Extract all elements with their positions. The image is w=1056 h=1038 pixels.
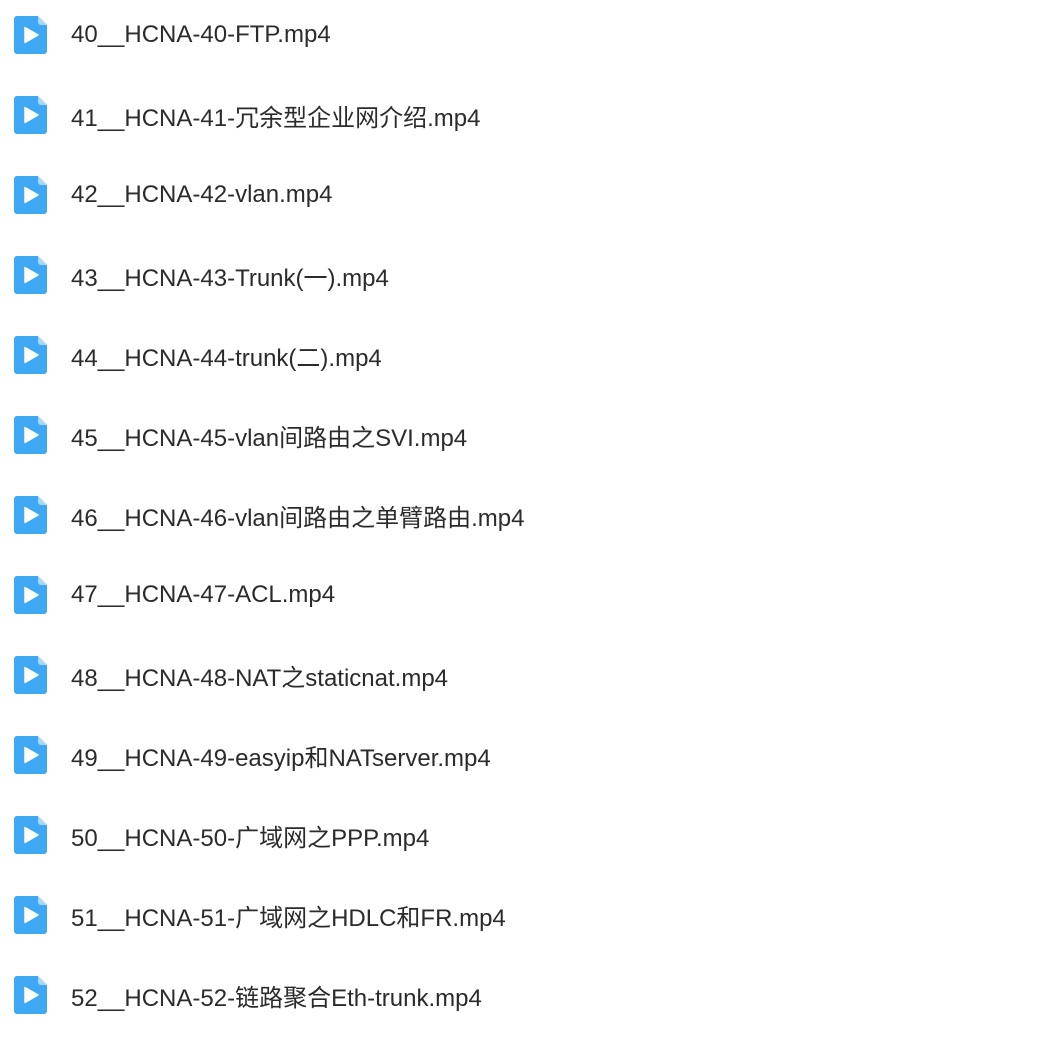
file-row[interactable]: 45__HCNA-45-vlan间路由之SVI.mp4 [0, 395, 1056, 475]
file-row[interactable]: 43__HCNA-43-Trunk(一).mp4 [0, 235, 1056, 315]
file-row[interactable]: 40__HCNA-40-FTP.mp4 [0, 0, 1056, 75]
file-row[interactable]: 48__HCNA-48-NAT之staticnat.mp4 [0, 635, 1056, 715]
video-file-icon[interactable] [14, 896, 47, 934]
file-row[interactable]: 41__HCNA-41-冗余型企业网介绍.mp4 [0, 75, 1056, 155]
file-name: 48__HCNA-48-NAT之staticnat.mp4 [71, 664, 449, 692]
file-row[interactable]: 52__HCNA-52-链路聚合Eth-trunk.mp4 [0, 955, 1056, 1035]
video-file-icon[interactable] [14, 336, 47, 374]
file-name: 40__HCNA-40-FTP.mp4 [71, 21, 331, 48]
file-row[interactable]: 44__HCNA-44-trunk(二).mp4 [0, 315, 1056, 395]
file-name: 43__HCNA-43-Trunk(一).mp4 [71, 264, 389, 292]
video-file-icon[interactable] [14, 256, 47, 294]
file-row[interactable]: 51__HCNA-51-广域网之HDLC和FR.mp4 [0, 875, 1056, 955]
file-name: 47__HCNA-47-ACL.mp4 [71, 581, 336, 608]
video-file-icon[interactable] [14, 976, 47, 1014]
file-name: 49__HCNA-49-easyip和NATserver.mp4 [71, 744, 491, 772]
file-name: 52__HCNA-52-链路聚合Eth-trunk.mp4 [71, 984, 482, 1012]
file-name: 51__HCNA-51-广域网之HDLC和FR.mp4 [71, 904, 506, 932]
video-file-icon[interactable] [14, 736, 47, 774]
file-row[interactable]: 50__HCNA-50-广域网之PPP.mp4 [0, 795, 1056, 875]
file-name: 46__HCNA-46-vlan间路由之单臂路由.mp4 [71, 504, 525, 532]
file-name: 41__HCNA-41-冗余型企业网介绍.mp4 [71, 104, 481, 132]
video-file-icon[interactable] [14, 416, 47, 454]
video-file-icon[interactable] [14, 816, 47, 854]
video-file-icon[interactable] [14, 656, 47, 694]
file-name: 42__HCNA-42-vlan.mp4 [71, 181, 333, 208]
video-file-icon[interactable] [14, 496, 47, 534]
file-row[interactable]: 46__HCNA-46-vlan间路由之单臂路由.mp4 [0, 475, 1056, 555]
video-file-icon[interactable] [14, 176, 47, 214]
file-name: 44__HCNA-44-trunk(二).mp4 [71, 344, 382, 372]
file-name: 45__HCNA-45-vlan间路由之SVI.mp4 [71, 424, 468, 452]
video-file-icon[interactable] [14, 96, 47, 134]
video-file-icon[interactable] [14, 16, 47, 54]
file-row[interactable]: 49__HCNA-49-easyip和NATserver.mp4 [0, 715, 1056, 795]
file-row[interactable]: 42__HCNA-42-vlan.mp4 [0, 155, 1056, 235]
file-list: 40__HCNA-40-FTP.mp4 41__HCNA-41-冗余型企业网介绍.… [0, 0, 1056, 1038]
video-file-icon[interactable] [14, 576, 47, 614]
file-row[interactable]: 47__HCNA-47-ACL.mp4 [0, 555, 1056, 635]
file-name: 50__HCNA-50-广域网之PPP.mp4 [71, 824, 430, 852]
